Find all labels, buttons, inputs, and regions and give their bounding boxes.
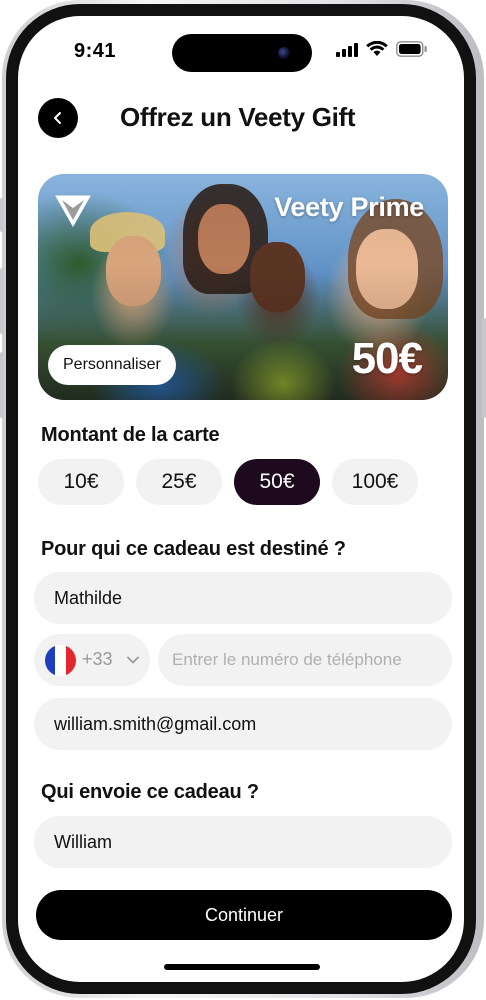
- card-brand-name: Veety Prime: [274, 192, 424, 222]
- continue-button[interactable]: Continuer: [36, 890, 452, 940]
- chevron-down-icon: [127, 656, 139, 664]
- veety-logo-icon: [55, 195, 91, 228]
- sender-name-field[interactable]: William: [34, 816, 452, 868]
- card-amount: 50€: [351, 334, 423, 383]
- header: Offrez un Veety Gift: [18, 96, 464, 140]
- personalize-button[interactable]: Personnaliser: [48, 345, 176, 385]
- volume-down-button: [0, 352, 4, 418]
- chevron-left-icon: [54, 112, 61, 124]
- sender-section-label: Qui envoie ce cadeau ?: [41, 781, 259, 803]
- front-camera-icon: [278, 47, 290, 59]
- signal-icon: [336, 43, 358, 57]
- mute-switch: [0, 198, 4, 232]
- country-code-select[interactable]: +33: [34, 634, 150, 686]
- dynamic-island: [172, 34, 312, 72]
- france-flag-icon: [45, 645, 76, 676]
- recipient-section-label: Pour qui ce cadeau est destiné ?: [41, 538, 346, 560]
- wifi-icon: [366, 41, 388, 56]
- power-button: [482, 318, 486, 418]
- amount-option-25[interactable]: 25€: [136, 459, 222, 505]
- back-button[interactable]: [38, 98, 78, 138]
- gift-card-preview: Veety Prime Personnaliser 50€: [38, 174, 448, 400]
- status-icons: [336, 40, 446, 60]
- phone-number-input[interactable]: Entrer le numéro de téléphone: [158, 634, 452, 686]
- amount-section-label: Montant de la carte: [41, 424, 220, 446]
- recipient-email-field[interactable]: william.smith@gmail.com: [34, 698, 452, 750]
- amount-option-100[interactable]: 100€: [332, 459, 418, 505]
- amount-option-50[interactable]: 50€: [234, 459, 320, 505]
- volume-up-button: [0, 268, 4, 334]
- status-time: 9:41: [74, 40, 117, 62]
- home-indicator: [164, 964, 320, 970]
- amount-options: 10€ 25€ 50€ 100€: [38, 459, 418, 507]
- status-bar: 9:41: [18, 16, 464, 76]
- page-title: Offrez un Veety Gift: [120, 102, 356, 132]
- recipient-name-field[interactable]: Mathilde: [34, 572, 452, 624]
- amount-option-10[interactable]: 10€: [38, 459, 124, 505]
- dial-code: +33: [82, 649, 113, 669]
- app-screen: 9:41 Offrez un Veety Gift Veety Prime Pe…: [18, 16, 464, 982]
- battery-icon: [396, 41, 427, 57]
